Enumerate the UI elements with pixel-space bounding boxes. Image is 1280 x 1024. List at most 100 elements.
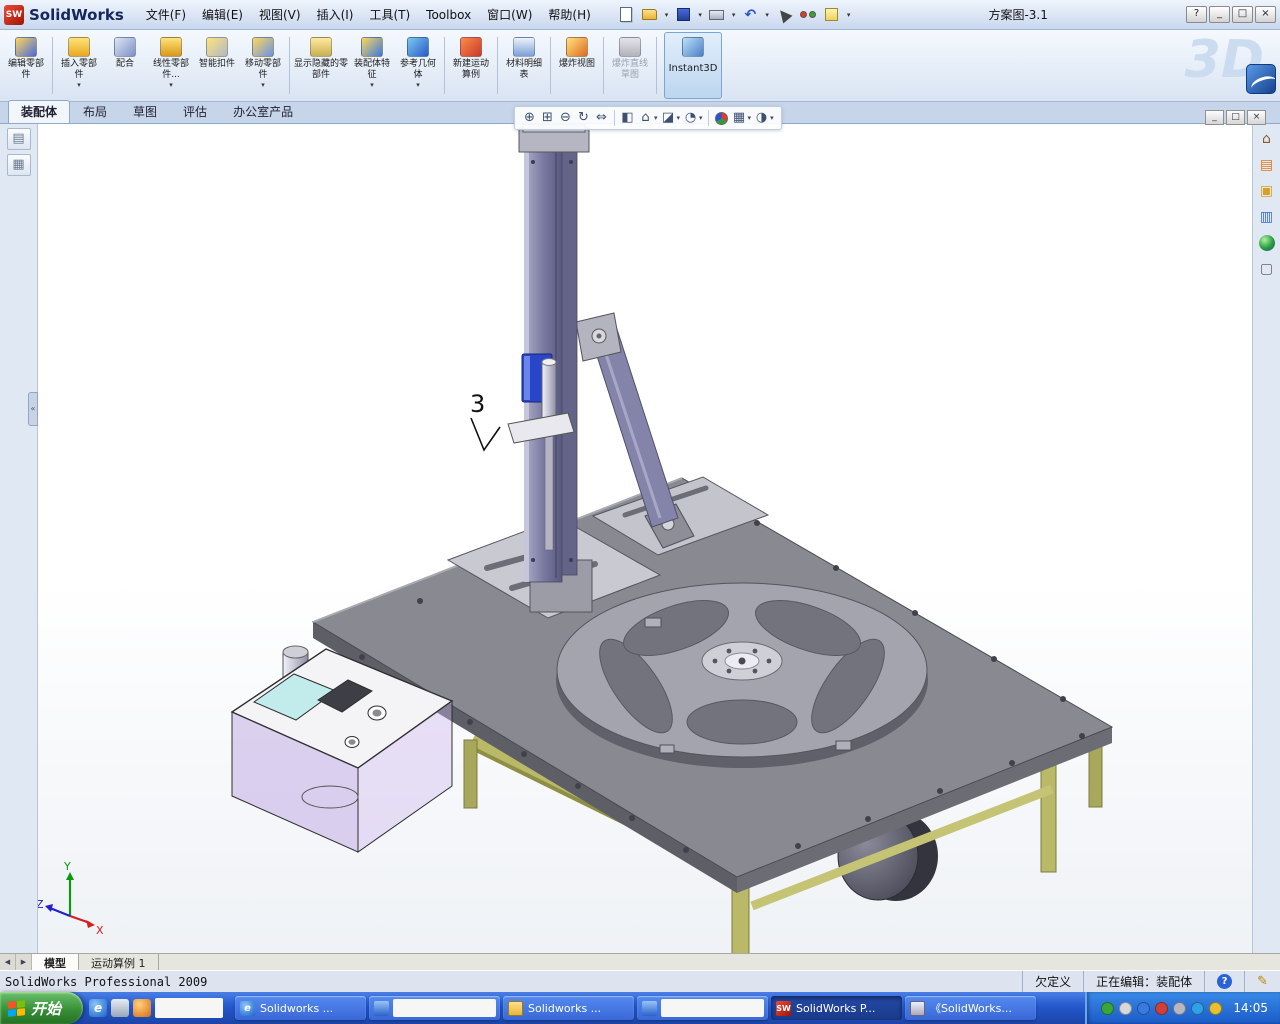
cm-instant3d-button[interactable]: Instant3D xyxy=(664,32,722,99)
solidworks-resources-tab-icon[interactable]: ⌂ xyxy=(1256,128,1278,150)
network-tray-icon[interactable] xyxy=(1137,1001,1151,1015)
tab-sketch[interactable]: 草图 xyxy=(120,100,170,123)
hide-show-items-icon[interactable]: ◔ xyxy=(682,109,699,128)
save-icon[interactable] xyxy=(674,6,692,24)
support-arm[interactable] xyxy=(575,312,679,528)
quick-tips-icon[interactable]: ? xyxy=(1217,974,1233,989)
design-library-icon[interactable]: ▤ xyxy=(1256,154,1278,176)
display-style-icon[interactable]: ◪ xyxy=(660,109,677,128)
dropdown-arrow-icon[interactable]: ▾ xyxy=(770,114,774,122)
open-document-icon[interactable] xyxy=(641,6,659,24)
apply-scene-icon[interactable]: ▦ xyxy=(731,109,748,128)
cm-mate-button[interactable]: 配合 xyxy=(102,32,148,99)
messenger-tray-icon[interactable] xyxy=(1191,1001,1205,1015)
turntable-wheel[interactable] xyxy=(556,582,928,768)
solidworks-resources-icon[interactable] xyxy=(1246,64,1276,94)
tab-evaluate[interactable]: 评估 xyxy=(170,100,220,123)
taskbar-item-folder[interactable]: Solidworks ... xyxy=(503,996,635,1020)
note-dropdown-icon[interactable]: ▾ xyxy=(847,11,851,19)
dropdown-arrow-icon[interactable]: ▾ xyxy=(77,81,81,89)
media-player-icon[interactable] xyxy=(133,999,152,1017)
menu-insert[interactable]: 插入(I) xyxy=(309,2,362,27)
cm-bill-of-materials-button[interactable]: 材料明细表 xyxy=(501,32,547,99)
new-document-icon[interactable] xyxy=(617,6,635,24)
dropdown-arrow-icon[interactable]: ▾ xyxy=(654,114,658,122)
view-settings-icon[interactable]: ◑ xyxy=(753,109,770,128)
cm-edit-component-button[interactable]: 编辑零部件 xyxy=(3,32,49,99)
cm-assembly-features-button[interactable]: 装配体特征 ▾ xyxy=(349,32,395,99)
start-button[interactable]: 开始 xyxy=(0,992,84,1024)
open-dropdown-icon[interactable]: ▾ xyxy=(665,11,669,19)
undo-dropdown-icon[interactable]: ▾ xyxy=(765,11,769,19)
taskbar-item-browser[interactable]: e Solidworks ... xyxy=(235,996,367,1020)
help-button[interactable]: ? xyxy=(1185,6,1207,23)
internet-explorer-icon[interactable]: e xyxy=(89,999,108,1017)
note-icon[interactable] xyxy=(823,6,841,24)
section-view-icon[interactable]: ◧ xyxy=(619,109,636,128)
menu-tools[interactable]: 工具(T) xyxy=(361,2,418,27)
graphics-viewport[interactable]: 3 Y Z X xyxy=(38,124,1252,953)
volume-tray-icon[interactable] xyxy=(1173,1001,1187,1015)
view-palette-icon[interactable]: ▥ xyxy=(1256,206,1278,228)
taskbar-item-window-2[interactable] xyxy=(369,996,501,1020)
close-button[interactable]: × xyxy=(1254,6,1276,23)
undo-icon[interactable]: ↶ xyxy=(741,6,759,24)
tab-layout[interactable]: 布局 xyxy=(70,100,120,123)
tab-assembly[interactable]: 装配体 xyxy=(8,100,71,123)
tab-scroll-prev-icon[interactable]: ◀ xyxy=(0,954,16,970)
menu-view[interactable]: 视图(V) xyxy=(251,2,309,27)
taskbar-item-window-4[interactable] xyxy=(637,996,769,1020)
zoom-to-area-icon[interactable]: ⊞ xyxy=(539,109,556,128)
pan-view-icon[interactable]: ⇔ xyxy=(593,109,610,128)
taskbar-clock[interactable]: 14:05 xyxy=(1233,1001,1268,1015)
maximize-button[interactable]: □ xyxy=(1231,6,1253,23)
menu-toolbox[interactable]: Toolbox xyxy=(418,4,479,26)
print-dropdown-icon[interactable]: ▾ xyxy=(732,11,736,19)
menu-file[interactable]: 文件(F) xyxy=(138,2,194,27)
cm-linear-pattern-button[interactable]: 线性零部件... ▾ xyxy=(148,32,194,99)
view-orientation-icon[interactable]: ⌂ xyxy=(637,109,654,128)
file-explorer-icon[interactable]: ▣ xyxy=(1256,180,1278,202)
update-tray-icon[interactable] xyxy=(1119,1001,1133,1015)
taskbar-item-document[interactable]: 《SolidWorks... xyxy=(905,996,1037,1020)
edit-appearance-icon[interactable] xyxy=(714,111,728,125)
dropdown-arrow-icon[interactable]: ▾ xyxy=(677,114,681,122)
cm-reference-geometry-button[interactable]: 参考几何体 ▾ xyxy=(395,32,441,99)
print-icon[interactable] xyxy=(708,6,726,24)
cm-explode-line-sketch-button[interactable]: 爆炸直线草图 xyxy=(607,32,653,99)
cm-new-motion-study-button[interactable]: 新建运动算例 xyxy=(448,32,494,99)
model-canvas[interactable]: 3 Y Z X xyxy=(38,124,1252,953)
antivirus-tray-icon[interactable] xyxy=(1155,1001,1169,1015)
view-filter-icon[interactable]: ▤ xyxy=(6,128,31,150)
taskbar-item-solidworks[interactable]: SW SolidWorks P... xyxy=(771,996,903,1020)
select-cursor-icon[interactable] xyxy=(775,6,793,24)
cm-move-component-button[interactable]: 移动零部件 ▾ xyxy=(240,32,286,99)
doc-restore-button[interactable]: □ xyxy=(1226,110,1245,125)
doc-minimize-button[interactable]: _ xyxy=(1205,110,1224,125)
dropdown-arrow-icon[interactable]: ▾ xyxy=(261,81,265,89)
save-dropdown-icon[interactable]: ▾ xyxy=(698,11,702,19)
minimize-button[interactable]: _ xyxy=(1208,6,1230,23)
cm-insert-component-button[interactable]: 插入零部件 ▾ xyxy=(56,32,102,99)
display-pane-icon[interactable]: ▦ xyxy=(6,154,31,176)
dropdown-arrow-icon[interactable]: ▾ xyxy=(416,81,420,89)
custom-properties-icon[interactable]: ▢ xyxy=(1256,258,1278,280)
quick-tips-section[interactable]: ? xyxy=(1204,971,1244,992)
turntable-hub[interactable] xyxy=(701,641,783,681)
security-tray-icon[interactable] xyxy=(1101,1001,1115,1015)
cm-smart-fasteners-button[interactable]: 智能扣件 xyxy=(194,32,240,99)
tab-scroll-next-icon[interactable]: ▶ xyxy=(16,954,32,970)
zoom-to-fit-icon[interactable]: ⊕ xyxy=(521,109,538,128)
panel-splitter-handle[interactable]: « xyxy=(28,392,38,426)
vertical-column[interactable] xyxy=(518,124,590,583)
zoom-in-out-icon[interactable]: ⊖ xyxy=(557,109,574,128)
tab-model[interactable]: 模型 xyxy=(32,954,79,970)
tab-motion-study-1[interactable]: 运动算例 1 xyxy=(79,954,159,970)
show-desktop-icon[interactable] xyxy=(111,999,130,1017)
dropdown-arrow-icon[interactable]: ▾ xyxy=(169,81,173,89)
dropdown-arrow-icon[interactable]: ▾ xyxy=(370,81,374,89)
menu-help[interactable]: 帮助(H) xyxy=(540,2,598,27)
menu-edit[interactable]: 编辑(E) xyxy=(194,2,251,27)
rotate-view-icon[interactable]: ↻ xyxy=(575,109,592,128)
ime-tray-icon[interactable] xyxy=(1209,1001,1223,1015)
